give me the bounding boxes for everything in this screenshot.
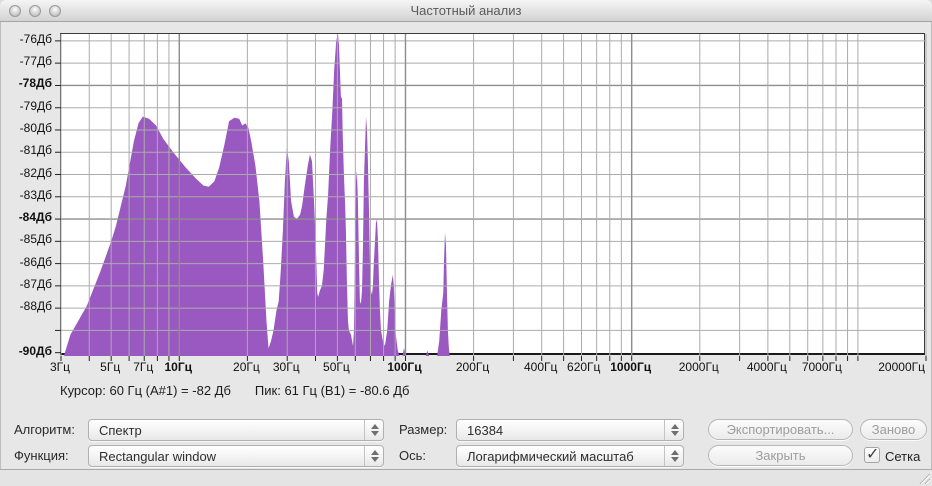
stepper-down-icon	[671, 457, 679, 462]
x-tick-label: 400Гц	[524, 360, 557, 374]
x-tick-label: 4000Гц	[747, 360, 787, 374]
close-button[interactable]: Закрыть	[708, 445, 853, 466]
function-label: Функция:	[14, 445, 69, 467]
stepper-icon[interactable]	[364, 446, 383, 466]
stepper-down-icon	[371, 457, 379, 462]
y-tick-label: -90Дб	[0, 344, 52, 358]
function-select[interactable]: Rectangular window	[88, 445, 384, 467]
axis-value: Логарифмический масштаб	[467, 449, 634, 464]
grid-checkbox[interactable]: ✓	[864, 447, 880, 463]
function-value: Rectangular window	[99, 449, 216, 464]
y-tick-label: -87Дб	[0, 277, 52, 291]
size-select[interactable]: 16384	[456, 419, 684, 441]
x-tick-label: 1000Гц	[610, 360, 651, 374]
x-tick-label: 20Гц	[233, 360, 260, 374]
stepper-down-icon	[671, 431, 679, 436]
x-tick-label: 200Гц	[456, 360, 489, 374]
stepper-up-icon	[671, 450, 679, 455]
algorithm-select[interactable]: Спектр	[88, 419, 384, 441]
axis-label: Ось:	[399, 445, 426, 467]
x-tick-label: 20000Гц	[878, 360, 925, 374]
x-tick-label: 2000Гц	[679, 360, 719, 374]
y-tick-label: -86Дб	[0, 255, 52, 269]
peak-readout: Пик: 61 Гц (B1) = -80.6 Дб	[255, 383, 410, 398]
x-tick-label: 30Гц	[273, 360, 300, 374]
x-tick-label: 100Гц	[387, 360, 421, 374]
axis-select[interactable]: Логарифмический масштаб	[456, 445, 684, 467]
y-tick-label: -88Дб	[0, 299, 52, 313]
status-line: Курсор: 60 Гц (A#1) = -82 Дб Пик: 61 Гц (…	[60, 383, 433, 398]
x-tick-label: 7Гц	[133, 360, 153, 374]
x-tick-label: 620Гц	[567, 360, 600, 374]
stepper-up-icon	[371, 424, 379, 429]
y-tick-label: -82Дб	[0, 166, 52, 180]
y-axis-labels: -76Дб -77Дб -78Дб -79Дб -80Дб -81Дб -82Дб -83Дб…	[0, 33, 54, 355]
window-title: Частотный анализ	[0, 3, 932, 18]
algorithm-value: Спектр	[99, 423, 142, 438]
y-tick-label: -78Дб	[0, 76, 52, 90]
y-tick-label: -81Дб	[0, 143, 52, 157]
y-tick-label: -77Дб	[0, 54, 52, 68]
export-button[interactable]: Экспортировать...	[708, 419, 853, 440]
stepper-up-icon	[371, 450, 379, 455]
x-tick-label: 3Гц	[50, 360, 70, 374]
redo-button[interactable]: Заново	[860, 419, 927, 440]
stepper-up-icon	[671, 424, 679, 429]
x-tick-label: 5Гц	[100, 360, 120, 374]
checkmark-icon: ✓	[866, 444, 879, 464]
cursor-readout: Курсор: 60 Гц (A#1) = -82 Дб	[60, 383, 231, 398]
y-tick-label: -79Дб	[0, 99, 52, 113]
y-tick-label: -76Дб	[0, 32, 52, 46]
size-label: Размер:	[399, 419, 447, 441]
stepper-down-icon	[371, 431, 379, 436]
y-tick-label: -84Дб	[0, 210, 52, 224]
grid-checkbox-label: Сетка	[885, 449, 920, 464]
frequency-analysis-window: Частотный анализ -76Дб -77Дб -78Дб -79Дб -80…	[0, 0, 932, 486]
size-value: 16384	[467, 423, 503, 438]
x-axis-labels: 3Гц5Гц7Гц10Гц20Гц30Гц50Гц100Гц200Гц400Гц…	[60, 360, 925, 376]
stepper-icon[interactable]	[664, 420, 683, 440]
x-tick-label: 10Гц	[165, 360, 193, 374]
spectrum-area-chart[interactable]	[61, 34, 926, 356]
stepper-icon[interactable]	[364, 420, 383, 440]
spectrum-plot[interactable]	[60, 33, 925, 355]
algorithm-label: Алгоритм:	[14, 419, 75, 441]
stepper-icon[interactable]	[664, 446, 683, 466]
resize-grip-icon[interactable]	[917, 471, 930, 484]
y-tick-label: -83Дб	[0, 188, 52, 202]
titlebar[interactable]: Частотный анализ	[0, 0, 932, 22]
y-tick-label: -85Дб	[0, 232, 52, 246]
y-tick-label: -80Дб	[0, 121, 52, 135]
x-tick-label: 7000Гц	[802, 360, 842, 374]
x-tick-label: 50Гц	[323, 360, 350, 374]
bottom-bar	[0, 469, 932, 486]
